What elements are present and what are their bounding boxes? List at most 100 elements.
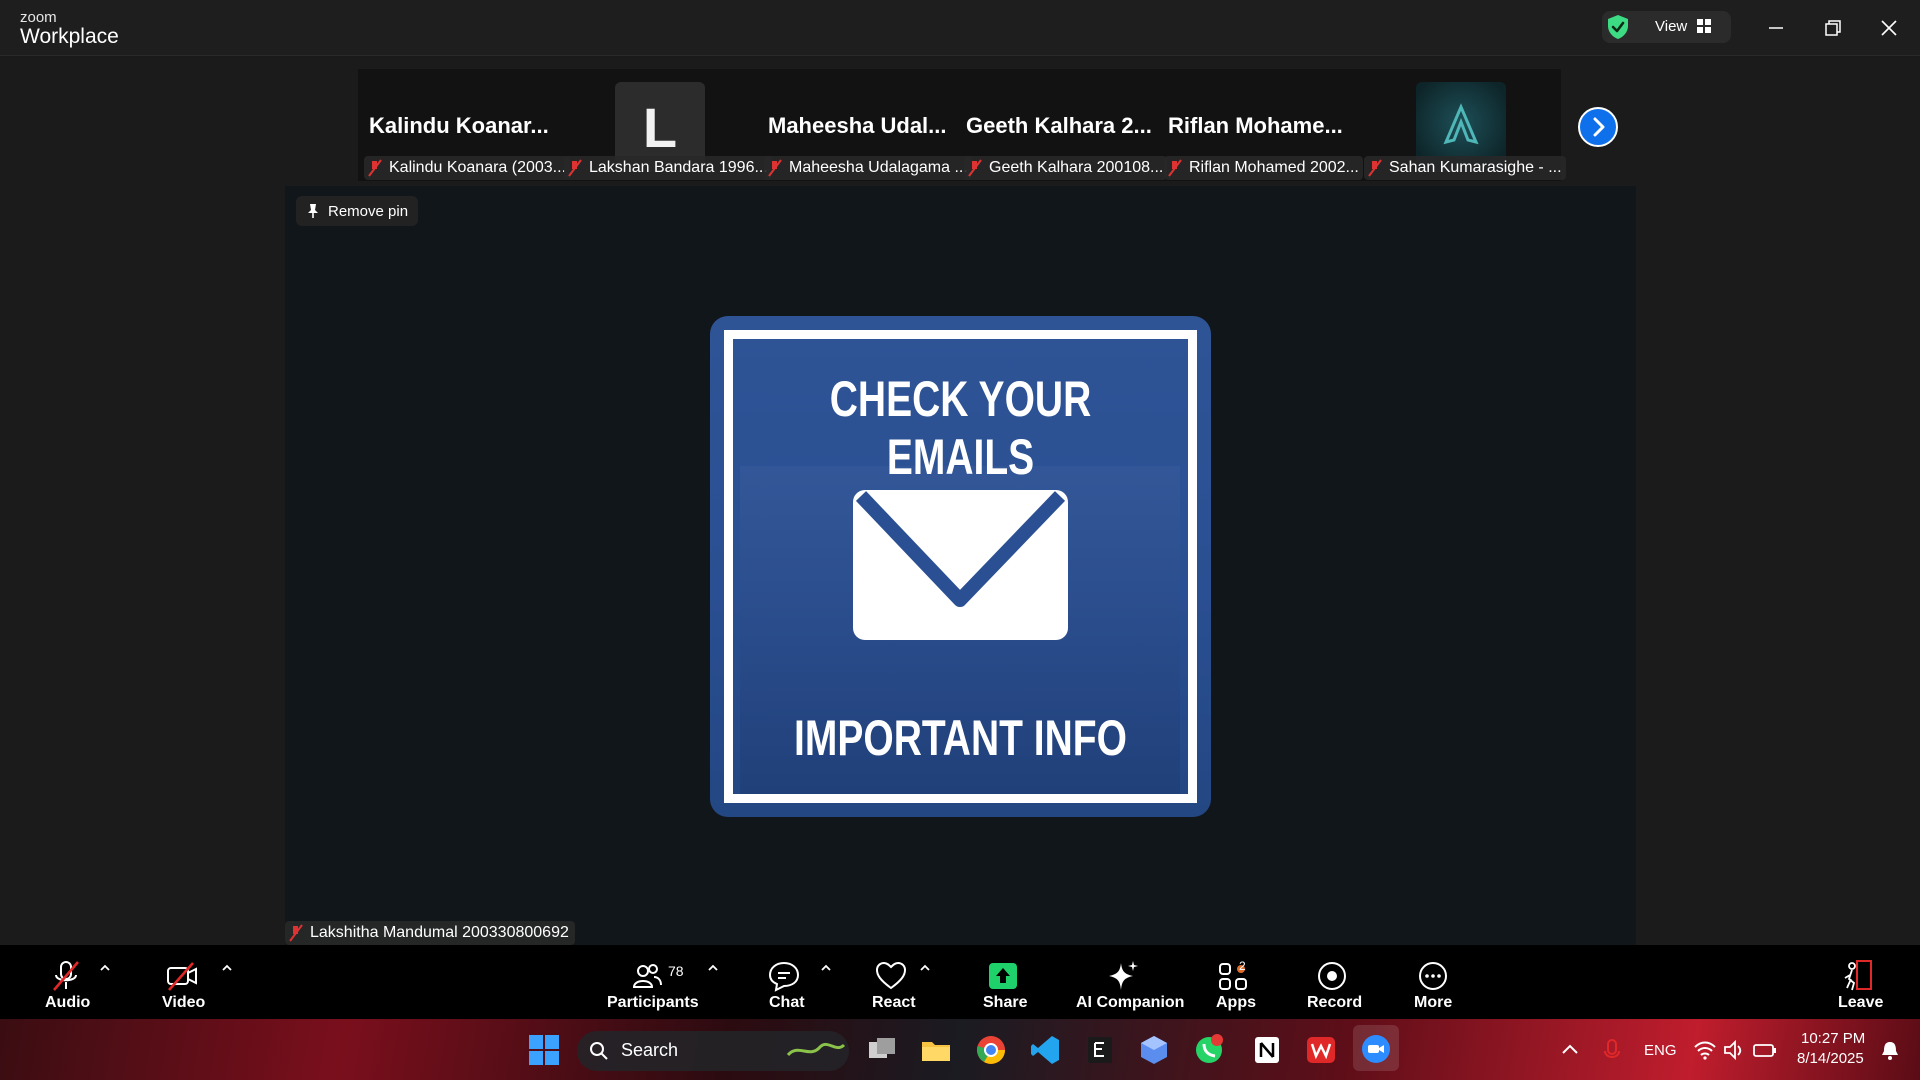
whatsapp-icon[interactable]: [1193, 1034, 1225, 1066]
ai-companion-label: AI Companion: [1076, 994, 1185, 1011]
participant-caption: Sahan Kumarasighe - ...: [1364, 156, 1566, 180]
react-caret-icon[interactable]: [918, 963, 932, 973]
remove-pin-label: Remove pin: [328, 202, 409, 220]
shared-image: CHECK YOUR EMAILS IMPORTANT INFO: [710, 316, 1211, 817]
leave-label: Leave: [1838, 994, 1884, 1011]
minimize-icon[interactable]: [1762, 14, 1790, 42]
participant-name: Kalindu Koanar...: [369, 113, 549, 138]
more-button[interactable]: More: [1403, 945, 1463, 1019]
share-label: Share: [983, 994, 1028, 1011]
battery-icon[interactable]: [1752, 1034, 1778, 1066]
participant-name: Maheesha Udal...: [768, 113, 947, 138]
task-view-icon[interactable]: [866, 1034, 898, 1066]
mic-muted-icon: [1368, 159, 1382, 177]
caption-text: Lakshan Bandara 1996...: [589, 159, 768, 176]
pin-icon: [308, 204, 318, 218]
participants-label: Participants: [607, 994, 699, 1011]
clock-date[interactable]: 8/14/2025: [1797, 1050, 1864, 1067]
leave-button[interactable]: Leave: [1828, 945, 1888, 1019]
vscode-icon[interactable]: [1029, 1034, 1061, 1066]
chevron-up-icon[interactable]: [1559, 1034, 1581, 1066]
heart-icon: [875, 961, 907, 990]
microphone-icon[interactable]: [1601, 1034, 1623, 1066]
chat-caret-icon[interactable]: [819, 963, 833, 973]
envelope-icon: [853, 490, 1068, 640]
video-button[interactable]: Video: [152, 945, 212, 1019]
sparkle-icon: [1109, 961, 1138, 990]
video-label: Video: [162, 994, 206, 1011]
view-label: View: [1655, 18, 1688, 35]
video-off-icon: [167, 962, 197, 991]
participants-caret-icon[interactable]: [706, 963, 720, 973]
record-label: Record: [1307, 994, 1363, 1011]
zoom-icon[interactable]: [1360, 1033, 1392, 1065]
remove-pin-button[interactable]: Remove pin: [296, 196, 419, 226]
participant-caption: Maheesha Udalagama ...: [764, 156, 972, 180]
mic-muted-icon: [53, 961, 79, 991]
participants-button[interactable]: 78 Participants: [603, 945, 713, 1019]
react-button[interactable]: React: [862, 945, 922, 1019]
volume-icon[interactable]: [1722, 1034, 1746, 1066]
mic-muted-icon: [968, 159, 982, 177]
participants-count: 78: [668, 963, 684, 979]
chat-label: Chat: [769, 994, 805, 1011]
search-highlight-icon: [786, 1042, 846, 1057]
mic-muted-icon: [1168, 159, 1182, 177]
cube-app-icon[interactable]: [1138, 1034, 1170, 1066]
mic-muted-icon: [289, 924, 303, 942]
notification-bell-icon[interactable]: [1878, 1034, 1902, 1066]
next-page-button[interactable]: [1578, 107, 1618, 147]
notion-icon[interactable]: [1251, 1034, 1283, 1066]
mic-muted-icon: [768, 159, 782, 177]
meeting-toolbar: Audio Video 78 Participants Chat React S…: [0, 945, 1920, 1019]
chat-button[interactable]: Chat: [755, 945, 815, 1019]
epic-games-icon[interactable]: [1084, 1034, 1116, 1066]
participant-caption: Kalindu Koanara (2003...: [364, 156, 571, 180]
chevron-right-icon: [1593, 117, 1605, 137]
ai-companion-button[interactable]: AI Companion: [1072, 945, 1184, 1019]
share-icon: [989, 963, 1017, 989]
wifi-icon[interactable]: [1693, 1034, 1717, 1066]
language-indicator[interactable]: ENG: [1644, 1042, 1677, 1059]
audio-button[interactable]: Audio: [36, 945, 96, 1019]
video-options-caret-icon[interactable]: [220, 963, 234, 973]
chat-icon: [768, 961, 800, 992]
title-bar: zoom Workplace View: [0, 0, 1920, 56]
caption-text: Maheesha Udalagama ...: [789, 159, 968, 176]
more-label: More: [1414, 994, 1453, 1011]
caption-text: Kalindu Koanara (2003...: [389, 159, 567, 176]
caption-text: Riflan Mohamed 2002...: [1189, 159, 1359, 176]
apps-label: Apps: [1216, 994, 1256, 1011]
chrome-icon[interactable]: [975, 1034, 1007, 1066]
windows-start-icon[interactable]: [528, 1034, 560, 1066]
card-headline: CHECK YOUR EMAILS: [829, 371, 1092, 485]
speaker-name: Lakshitha Mandumal 200330800692: [310, 924, 569, 941]
record-icon: [1318, 962, 1346, 990]
search-icon: [590, 1042, 608, 1060]
caption-text: Sahan Kumarasighe - ...: [1389, 159, 1562, 176]
participant-caption: Geeth Kalhara 200108...: [964, 156, 1168, 180]
apps-button[interactable]: 2 Apps: [1203, 945, 1263, 1019]
brand-small: zoom: [20, 9, 57, 26]
participant-caption: Lakshan Bandara 1996...: [564, 156, 772, 180]
zoom-logo: zoom Workplace: [20, 10, 119, 47]
card-subheadline: IMPORTANT INFO: [794, 710, 1127, 766]
mic-muted-icon: [568, 159, 582, 177]
windows-taskbar: [0, 1019, 1920, 1080]
audio-label: Audio: [45, 994, 91, 1011]
close-icon[interactable]: [1875, 14, 1903, 42]
record-button[interactable]: Record: [1302, 945, 1362, 1019]
file-explorer-icon[interactable]: [920, 1034, 952, 1066]
participant-name: Geeth Kalhara 2...: [966, 113, 1152, 138]
audio-options-caret-icon[interactable]: [98, 963, 112, 973]
share-button[interactable]: Share: [973, 945, 1033, 1019]
wps-office-icon[interactable]: [1305, 1034, 1337, 1066]
mic-muted-icon: [368, 159, 382, 177]
participants-icon: [632, 964, 662, 988]
clock-time[interactable]: 10:27 PM: [1801, 1030, 1865, 1047]
shield-check-icon[interactable]: [1607, 14, 1629, 40]
participant-caption: Riflan Mohamed 2002...: [1164, 156, 1363, 180]
leave-icon: [1844, 960, 1872, 991]
restore-icon[interactable]: [1819, 14, 1847, 42]
caption-text: Geeth Kalhara 200108...: [989, 159, 1164, 176]
